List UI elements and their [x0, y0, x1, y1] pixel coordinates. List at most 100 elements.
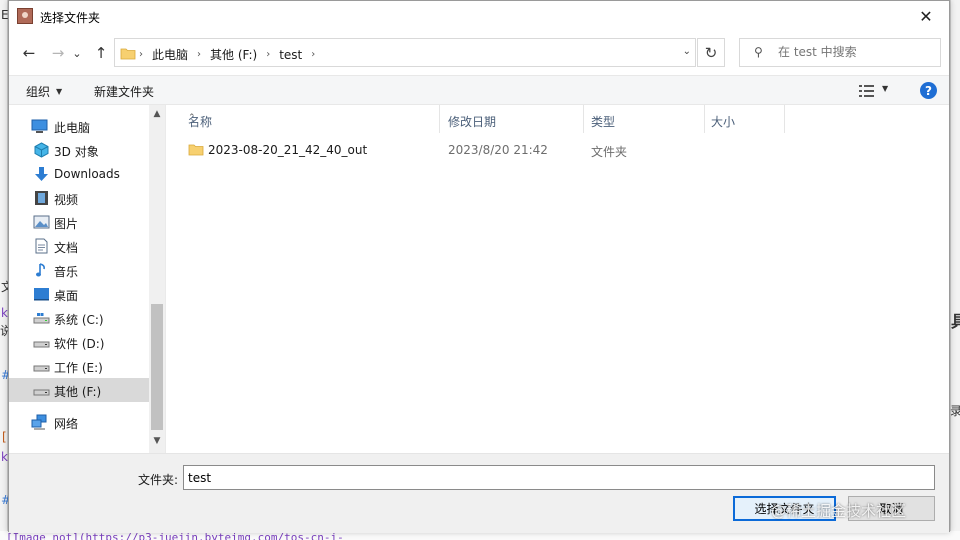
- tree-item-label: 系统 (C:): [54, 313, 104, 327]
- video-icon: [35, 191, 48, 205]
- navigation-bar: ← → ⌄ ↑ › 此电脑 › 其他 (F:) › test › ⌄ ↻ ⚲: [9, 34, 949, 70]
- tree-item-label: 此电脑: [54, 121, 91, 135]
- breadcrumb-item-test[interactable]: test: [279, 48, 302, 62]
- app-avatar-icon: [17, 8, 33, 24]
- search-input[interactable]: [778, 45, 928, 59]
- background-fragment: [: [2, 430, 7, 444]
- background-fragment: k: [1, 306, 8, 320]
- tree-item-label: 软件 (D:): [54, 337, 105, 351]
- forward-arrow-icon[interactable]: →: [47, 42, 69, 64]
- tree-item-label: Downloads: [54, 167, 120, 181]
- scroll-down-arrow-icon[interactable]: ▼: [149, 436, 165, 446]
- window-title: 选择文件夹: [40, 11, 101, 25]
- breadcrumb-separator-icon: ›: [139, 49, 143, 60]
- search-box[interactable]: ⚲: [739, 38, 941, 67]
- search-icon: ⚲: [754, 45, 763, 59]
- cube-icon: [34, 142, 49, 158]
- organize-button[interactable]: 组织 ▼: [26, 83, 62, 100]
- navigation-scrollbar[interactable]: ▲ ▼: [149, 105, 165, 453]
- desktop-icon: [34, 288, 49, 301]
- background-right-strip: [950, 0, 960, 540]
- tree-item-label: 视频: [54, 193, 79, 207]
- organize-caret-icon: ▼: [56, 87, 63, 96]
- tree-item-desktop[interactable]: 桌面: [9, 282, 149, 306]
- column-header-label: 大小: [711, 115, 736, 129]
- breadcrumb-separator-icon[interactable]: ›: [311, 49, 315, 60]
- breadcrumb-separator-icon[interactable]: ›: [266, 49, 270, 60]
- recent-locations-chevron-icon[interactable]: ⌄: [70, 42, 84, 64]
- tree-item-downloads[interactable]: Downloads: [9, 162, 149, 186]
- drive-icon: [33, 365, 50, 372]
- column-header-label: 类型: [591, 115, 616, 129]
- tree-item-label: 其他 (F:): [54, 385, 102, 399]
- sort-ascending-icon: ⌃: [188, 113, 196, 123]
- tree-item-drive-e[interactable]: 工作 (E:): [9, 354, 149, 378]
- breadcrumb-item-this-pc[interactable]: 此电脑: [152, 46, 188, 63]
- scrollbar-thumb[interactable]: [151, 304, 163, 430]
- help-icon[interactable]: ?: [920, 82, 937, 99]
- column-header-label: 修改日期: [448, 115, 497, 129]
- address-dropdown-chevron-icon[interactable]: ⌄: [683, 46, 691, 57]
- view-options-icon[interactable]: [859, 85, 875, 97]
- background-fragment: k: [1, 450, 8, 464]
- tree-item-label: 3D 对象: [54, 145, 99, 159]
- tree-item-videos[interactable]: 视频: [9, 186, 149, 210]
- breadcrumb-item-drive-f[interactable]: 其他 (F:): [210, 46, 257, 63]
- command-toolbar: 组织 ▼ 新建文件夹 ▼ ?: [9, 75, 949, 105]
- tree-item-label: 音乐: [54, 265, 79, 279]
- tree-item-label: 工作 (E:): [54, 361, 103, 375]
- drive-icon: [33, 389, 50, 396]
- file-name: 2023-08-20_21_42_40_out: [208, 143, 368, 157]
- column-header-name[interactable]: 名称 ⌃: [182, 105, 440, 133]
- address-bar[interactable]: › 此电脑 › 其他 (F:) › test › ⌄: [114, 38, 696, 67]
- refresh-button[interactable]: ↻: [697, 38, 725, 67]
- navigation-pane: 此电脑 3D 对象 Downloads 视频 图片 文档 音乐 桌面 系统 (C…: [9, 105, 165, 453]
- watermark: @稀土掘金技术社区: [771, 502, 907, 520]
- computer-icon: [31, 119, 48, 133]
- up-arrow-icon[interactable]: ↑: [90, 42, 112, 64]
- organize-label: 组织: [26, 85, 51, 99]
- tree-item-network[interactable]: 网络: [9, 410, 149, 434]
- new-folder-button[interactable]: 新建文件夹: [94, 83, 154, 100]
- back-arrow-icon[interactable]: ←: [18, 42, 40, 64]
- tree-item-this-pc[interactable]: 此电脑: [9, 114, 149, 138]
- file-date: 2023/8/20 21:42: [448, 143, 548, 157]
- document-icon: [35, 238, 48, 254]
- picture-icon: [33, 215, 50, 229]
- background-fragment: 具: [951, 312, 960, 331]
- folder-icon: [120, 48, 136, 60]
- tree-item-pictures[interactable]: 图片: [9, 210, 149, 234]
- column-header-type[interactable]: 类型: [585, 105, 705, 133]
- tree-item-label: 桌面: [54, 289, 79, 303]
- close-button[interactable]: ✕: [903, 1, 949, 32]
- title-bar: 选择文件夹 ✕: [9, 1, 949, 32]
- tree-item-3d-objects[interactable]: 3D 对象: [9, 138, 149, 162]
- folder-label: 文件夹:: [138, 473, 179, 487]
- tree-item-label: 图片: [54, 217, 79, 231]
- breadcrumb-separator-icon[interactable]: ›: [197, 49, 201, 60]
- folder-icon: [188, 144, 204, 156]
- select-folder-dialog: 选择文件夹 ✕ ← → ⌄ ↑ › 此电脑 › 其他 (F:) › test ›…: [8, 0, 950, 533]
- column-header-date[interactable]: 修改日期: [442, 105, 584, 133]
- background-fragment: 录: [950, 404, 960, 418]
- system-drive-icon: [33, 313, 50, 324]
- column-header-size[interactable]: 大小: [705, 105, 785, 133]
- music-icon: [36, 263, 45, 277]
- tree-item-label: 网络: [54, 417, 79, 431]
- network-icon: [31, 414, 47, 430]
- file-list: 名称 ⌃ 修改日期 类型 大小 2023-08-20_21_42_40_out …: [165, 105, 949, 453]
- file-type: 文件夹: [591, 145, 628, 159]
- file-row[interactable]: 2023-08-20_21_42_40_out 2023/8/20 21:42 …: [166, 139, 950, 161]
- download-icon: [35, 167, 48, 181]
- folder-name-input[interactable]: [183, 465, 935, 490]
- tree-item-drive-c[interactable]: 系统 (C:): [9, 306, 149, 330]
- tree-item-music[interactable]: 音乐: [9, 258, 149, 282]
- tree-item-drive-f[interactable]: 其他 (F:): [9, 378, 149, 402]
- breadcrumb: › 此电脑 › 其他 (F:) › test ›: [139, 46, 324, 63]
- tree-item-drive-d[interactable]: 软件 (D:): [9, 330, 149, 354]
- view-options-caret-icon[interactable]: ▼: [882, 84, 888, 93]
- drive-icon: [33, 341, 50, 348]
- scroll-up-arrow-icon[interactable]: ▲: [149, 109, 165, 119]
- tree-item-documents[interactable]: 文档: [9, 234, 149, 258]
- tree-item-label: 文档: [54, 241, 79, 255]
